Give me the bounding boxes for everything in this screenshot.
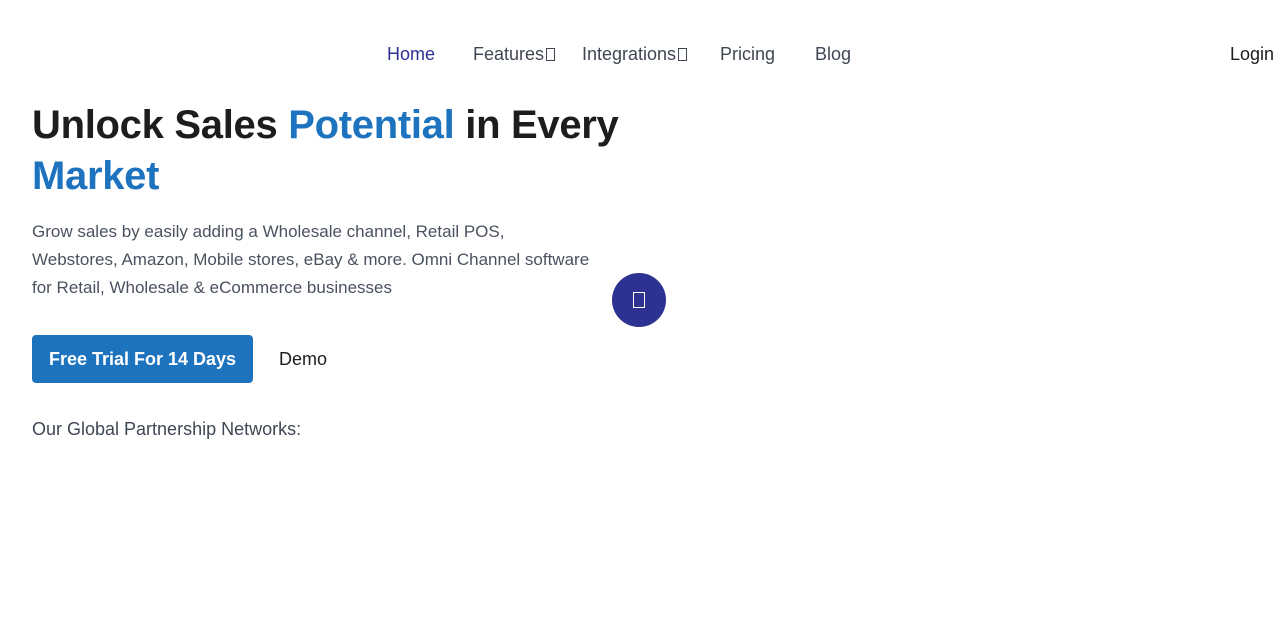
landing-page: Home Features Integrations Pricing Blog … [0, 0, 1280, 637]
floating-action-button[interactable] [612, 273, 666, 327]
nav-pricing-link[interactable]: Pricing [720, 40, 775, 68]
nav-features-menu[interactable]: Features [473, 40, 556, 68]
chevron-down-icon [546, 48, 556, 61]
nav-integrations-label: Integrations [582, 44, 677, 64]
nav-features-label: Features [473, 44, 545, 64]
chat-icon [633, 292, 645, 308]
hero-title: Unlock Sales Potential in Every Market [32, 100, 672, 202]
hero-title-accent-market: Market [32, 154, 160, 198]
nav-home-link[interactable]: Home [387, 40, 435, 68]
hero-title-part2: in Every [454, 103, 619, 147]
partners-heading: Our Global Partnership Networks: [32, 419, 302, 439]
demo-link[interactable]: Demo [279, 345, 327, 373]
free-trial-button[interactable]: Free Trial For 14 Days [32, 335, 253, 383]
main-nav: Home Features Integrations Pricing Blog … [0, 40, 1280, 68]
nav-blog-link[interactable]: Blog [815, 40, 851, 68]
hero-title-accent-potential: Potential [288, 103, 455, 147]
hero-title-part1: Unlock Sales [32, 103, 289, 147]
login-link[interactable]: Login [1230, 40, 1274, 68]
hero-description: Grow sales by easily adding a Wholesale … [32, 222, 590, 297]
chevron-down-icon [678, 48, 688, 61]
nav-integrations-menu[interactable]: Integrations [582, 40, 688, 68]
